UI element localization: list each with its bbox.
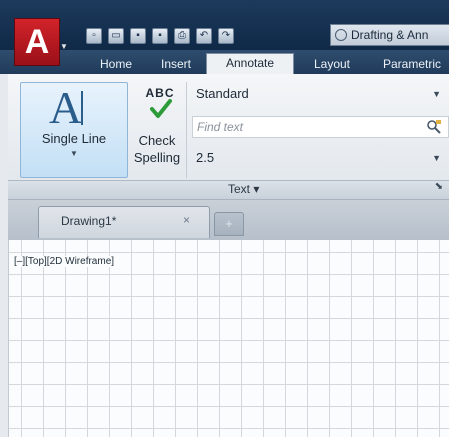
ribbon-separator	[186, 82, 187, 178]
quick-access-toolbar: ▫ ▭ ▪ ▪ ⎙ ↶ ↷	[86, 26, 234, 46]
document-tab[interactable]: Drawing1* ×	[38, 206, 210, 238]
tab-parametric[interactable]: Parametric	[370, 54, 449, 74]
document-tab-label: Drawing1*	[61, 214, 117, 228]
checkmark-icon	[150, 99, 172, 118]
tab-home[interactable]: Home	[86, 54, 146, 74]
check-spelling-button[interactable]: Check Spelling	[128, 132, 186, 166]
new-icon[interactable]: ▫	[86, 28, 102, 44]
text-style-value: Standard	[196, 86, 249, 101]
tab-annotate[interactable]: Annotate	[206, 53, 294, 75]
text-panel-title-bar[interactable]: Text ▾ ⬊	[8, 180, 449, 200]
single-line-text-button[interactable]: A Single Line ▼	[20, 82, 128, 178]
text-a-icon: A	[49, 82, 83, 133]
check-spelling-line2: Spelling	[133, 150, 181, 165]
left-border	[0, 50, 8, 437]
redo-icon[interactable]: ↷	[218, 28, 234, 44]
find-replace-icon[interactable]	[426, 119, 442, 135]
workspace-label: Drafting & Ann	[351, 28, 429, 42]
text-height-dropdown[interactable]: 2.5 ▼	[192, 148, 449, 170]
chevron-down-icon: ▼	[60, 42, 68, 51]
plot-icon[interactable]: ⎙	[174, 28, 190, 44]
tab-layout[interactable]: Layout	[300, 54, 364, 74]
chevron-down-icon: ▼	[432, 89, 441, 99]
chevron-down-icon: ▼	[70, 149, 78, 158]
save-as-icon[interactable]: ▪	[152, 28, 168, 44]
gear-icon	[335, 29, 347, 41]
check-spelling-line1: Check	[138, 133, 176, 148]
application-menu-button[interactable]: A	[14, 18, 60, 66]
find-text-input[interactable]: Find text	[192, 116, 449, 138]
single-line-label: Single Line	[41, 131, 107, 146]
tab-insert[interactable]: Insert	[150, 54, 202, 74]
open-icon[interactable]: ▭	[108, 28, 124, 44]
undo-icon[interactable]: ↶	[196, 28, 212, 44]
autocad-logo-icon: A	[24, 22, 50, 61]
save-icon[interactable]: ▪	[130, 28, 146, 44]
close-icon[interactable]: ×	[183, 213, 190, 227]
drawing-canvas[interactable]	[8, 240, 449, 437]
panel-launcher-icon[interactable]: ⬊	[435, 181, 443, 192]
text-panel-title: Text ▾	[228, 182, 260, 196]
find-text-placeholder: Find text	[197, 120, 244, 134]
viewport-controls-label[interactable]: [–][Top][2D Wireframe]	[14, 256, 115, 267]
text-style-dropdown[interactable]: Standard ▼	[192, 84, 449, 106]
ribbon-tab-bar: Home Insert Annotate Layout Parametric	[0, 50, 449, 75]
chevron-down-icon: ▼	[432, 153, 441, 163]
workspace-switcher[interactable]: Drafting & Ann	[330, 24, 449, 46]
new-drawing-tab-button[interactable]: +	[214, 212, 244, 236]
plus-icon: +	[225, 216, 233, 231]
text-height-value: 2.5	[196, 150, 215, 165]
